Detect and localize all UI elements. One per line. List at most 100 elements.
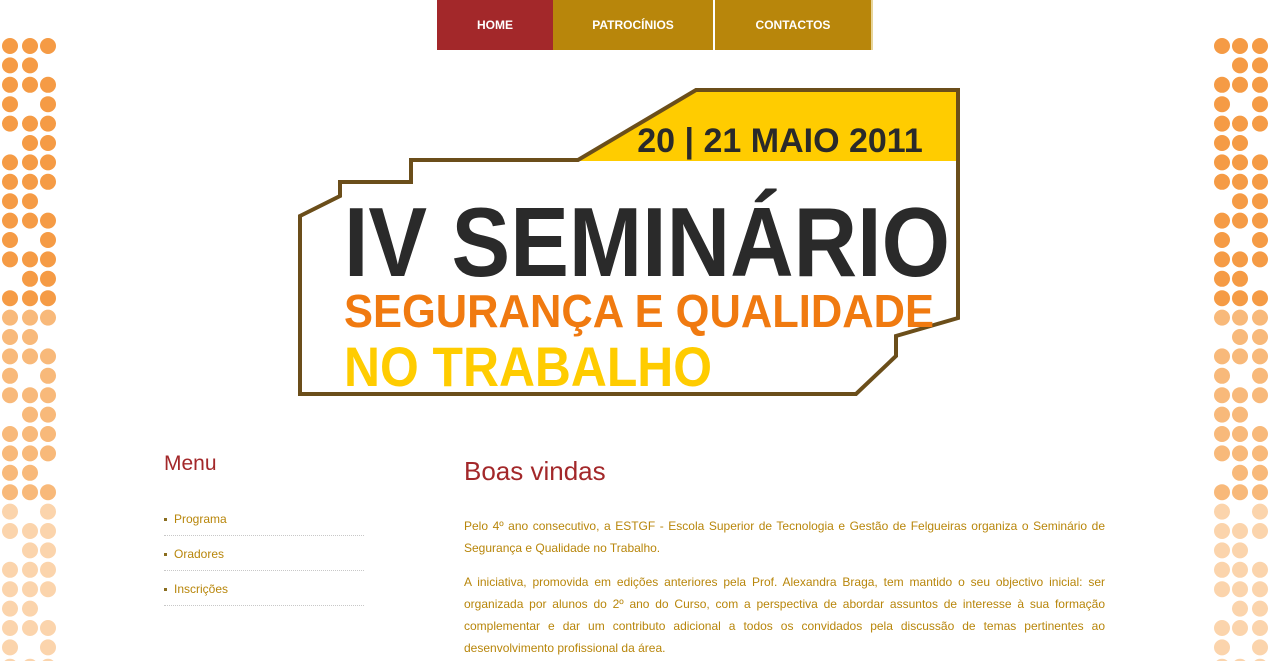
decorative-dot	[1252, 464, 1268, 481]
decorative-dot	[40, 484, 56, 501]
decorative-dot	[40, 212, 56, 229]
decorative-dot	[2, 290, 18, 307]
decorative-dot	[2, 57, 18, 74]
decorative-dot	[1214, 135, 1230, 151]
decorative-dot	[22, 484, 38, 501]
decorative-dot	[1214, 115, 1230, 132]
sidebar-item-programa[interactable]: Programa	[164, 502, 364, 536]
decorative-dot	[40, 523, 56, 539]
decorative-dot	[22, 173, 38, 190]
bullet-icon	[164, 588, 167, 591]
sidebar-item-oradores[interactable]: Oradores	[164, 537, 364, 571]
banner-subtitle-line1: SEGURANÇA E QUALIDADE	[344, 285, 934, 337]
decorative-dot	[40, 115, 56, 132]
decorative-dot	[1252, 154, 1268, 171]
decorative-dot	[1232, 426, 1248, 442]
decorative-dot	[1232, 173, 1248, 190]
decorative-dot	[22, 57, 38, 74]
sidebar-item-label[interactable]: Programa	[174, 512, 227, 526]
decorative-dot	[2, 523, 18, 539]
decorative-dot	[22, 251, 38, 268]
decorative-dot	[1232, 212, 1248, 229]
decorative-dot	[22, 135, 38, 151]
decorative-dot	[40, 445, 56, 462]
decorative-dot	[2, 154, 18, 171]
decorative-dot	[22, 542, 38, 559]
decorative-dot	[22, 309, 38, 326]
decorative-dot-pattern-right	[1214, 38, 1268, 661]
decorative-dot	[22, 329, 38, 345]
decorative-dot	[22, 620, 38, 636]
decorative-dot	[1214, 542, 1230, 559]
decorative-dot	[1232, 542, 1248, 559]
decorative-dot	[1252, 581, 1268, 598]
decorative-dot	[1214, 484, 1230, 501]
decorative-dot	[1232, 523, 1248, 539]
decorative-dot-pattern-left	[2, 38, 56, 661]
decorative-dot	[1214, 445, 1230, 462]
decorative-dot	[1252, 484, 1268, 501]
nav-patrocinios-button[interactable]: PATROCÍNIOS	[553, 0, 715, 50]
sidebar-item-inscricoes[interactable]: Inscrições	[164, 572, 364, 606]
decorative-dot	[1252, 503, 1268, 520]
decorative-dot	[2, 639, 18, 656]
decorative-dot	[22, 115, 38, 132]
decorative-dot	[1252, 639, 1268, 656]
decorative-dot	[1214, 406, 1230, 423]
decorative-dot	[1232, 76, 1248, 93]
decorative-dot	[1214, 154, 1230, 171]
decorative-dot	[1232, 115, 1248, 132]
decorative-dot	[1252, 251, 1268, 268]
decorative-dot	[1252, 329, 1268, 345]
decorative-dot	[40, 309, 56, 326]
decorative-dot	[2, 464, 18, 481]
decorative-dot	[40, 76, 56, 93]
nav-contactos-button[interactable]: CONTACTOS	[715, 0, 873, 50]
decorative-dot	[1232, 154, 1248, 171]
banner-title: IV SEMINÁRIO	[344, 187, 950, 297]
decorative-dot	[2, 173, 18, 190]
decorative-dot	[22, 445, 38, 462]
sidebar-item-label[interactable]: Oradores	[174, 547, 224, 561]
decorative-dot	[1214, 426, 1230, 442]
decorative-dot	[22, 193, 38, 210]
decorative-dot	[2, 445, 18, 462]
decorative-dot	[40, 406, 56, 423]
bullet-icon	[164, 553, 167, 556]
decorative-dot	[1252, 115, 1268, 132]
decorative-dot	[1252, 600, 1268, 617]
decorative-dot	[2, 76, 18, 93]
decorative-dot	[22, 38, 38, 54]
decorative-dot	[2, 367, 18, 384]
banner-date: 20 | 21 MAIO 2011	[637, 122, 922, 160]
decorative-dot	[1232, 387, 1248, 404]
decorative-dot	[40, 251, 56, 268]
decorative-dot	[40, 38, 56, 54]
decorative-dot	[2, 329, 18, 345]
decorative-dot	[1232, 57, 1248, 74]
decorative-dot	[22, 76, 38, 93]
decorative-dot	[2, 38, 18, 54]
decorative-dot	[1252, 426, 1268, 442]
page-title: Boas vindas	[464, 456, 606, 486]
decorative-dot	[1232, 600, 1248, 617]
decorative-dot	[40, 367, 56, 384]
decorative-dot	[1214, 387, 1230, 404]
sidebar-item-label[interactable]: Inscrições	[174, 582, 228, 596]
decorative-dot	[1214, 96, 1230, 113]
bullet-icon	[164, 518, 167, 521]
decorative-dot	[1252, 38, 1268, 54]
sidebar-menu-title: Menu	[164, 452, 217, 475]
decorative-dot	[40, 135, 56, 151]
decorative-dot	[22, 154, 38, 171]
decorative-dot	[22, 600, 38, 617]
decorative-dot	[1252, 523, 1268, 539]
decorative-dot	[1232, 270, 1248, 287]
decorative-dot	[1214, 251, 1230, 268]
decorative-dot	[40, 348, 56, 365]
decorative-dot	[40, 620, 56, 636]
decorative-dot	[1214, 367, 1230, 384]
decorative-dot	[1252, 309, 1268, 326]
decorative-dot	[2, 96, 18, 113]
nav-home-button[interactable]: HOME	[437, 0, 553, 50]
